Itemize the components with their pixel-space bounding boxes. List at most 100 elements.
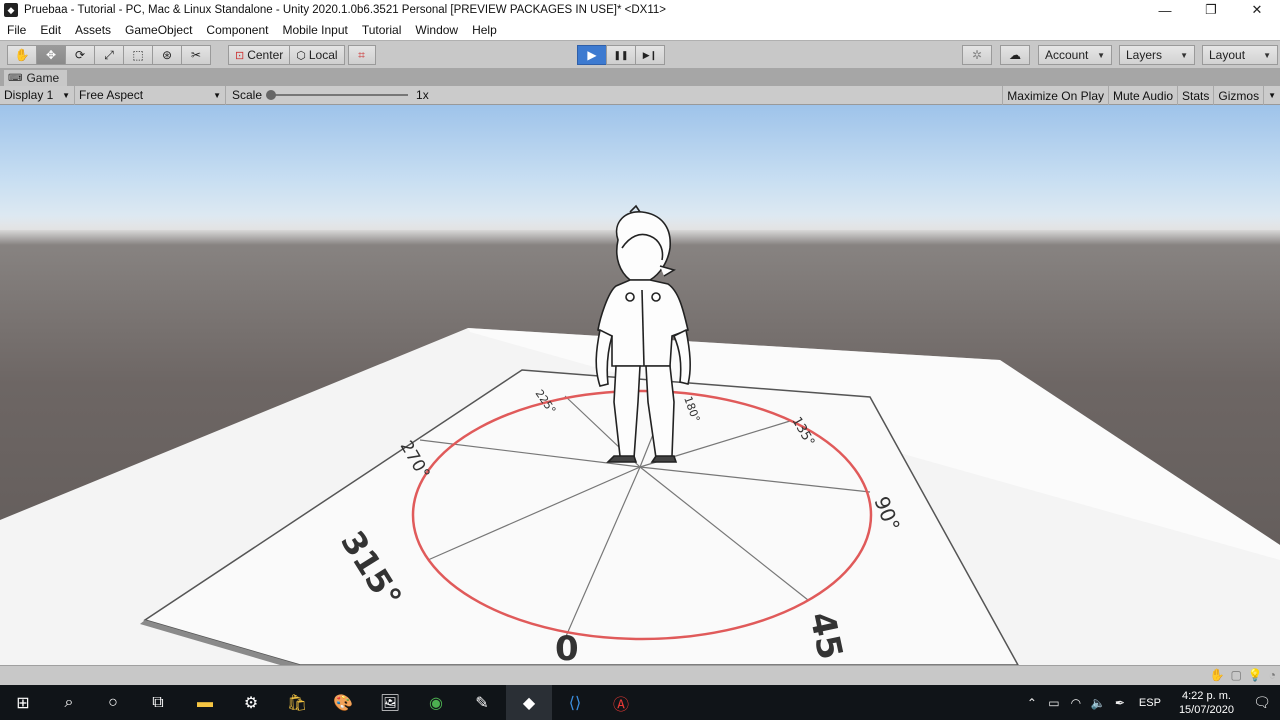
language-indicator[interactable]: ESP [1131,697,1169,709]
scale-value: 1x [416,88,429,102]
unity-taskbar-icon[interactable]: ◆ [506,685,552,720]
menu-window[interactable]: Window [408,23,465,37]
layout-label: Layout [1209,48,1246,62]
pen-icon[interactable]: ✒ [1109,696,1131,710]
pivot-label: Center [247,48,284,62]
notification-icon[interactable]: 🗨 [1244,694,1280,711]
progress-icon: ◔ [1268,668,1276,682]
task-view-icon[interactable]: ⧉ [135,685,181,720]
collab-icon[interactable]: ✲ [962,45,992,65]
chevron-down-icon: ▼ [1180,50,1188,60]
scale-control: Scale 1x [226,86,433,105]
close-button[interactable]: ✕ [1234,0,1280,20]
game-view-toolbar: Display 1 ▼ Free Aspect ▼ Scale 1x Maxim… [0,85,1280,105]
layers-label: Layers [1126,48,1163,62]
lightbulb-icon: 💡 [1247,668,1263,682]
window-controls: — ❐ ✕ [1142,0,1280,20]
window-title: Pruebaa - Tutorial - PC, Mac & Linux Sta… [24,4,666,16]
stats-toggle[interactable]: Stats [1177,86,1213,105]
maximize-on-play-toggle[interactable]: Maximize On Play [1002,86,1108,105]
rotate-tool-icon[interactable]: ⟳ [65,45,95,65]
chevron-down-icon: ▼ [62,90,70,100]
move-tool-icon[interactable]: ✥ [36,45,66,65]
aspect-label: Free Aspect [79,88,144,102]
main-toolbar: ✋ ✥ ⟳ ⤢ ⬚ ⊛ ✂ ⊡ Center ⬡ Local ⌗ ▶ ❚❚ ▶❙… [0,40,1280,68]
chevron-down-icon: ▼ [213,90,221,100]
battery-icon[interactable]: ▭ [1043,696,1065,710]
pause-button[interactable]: ❚❚ [606,45,636,65]
cube-icon: ⬡ [296,49,306,62]
custom-tool-icon[interactable]: ✂ [181,45,211,65]
menu-bar: File Edit Assets GameObject Component Mo… [0,20,1280,40]
layout-dropdown[interactable]: Layout ▼ [1202,45,1278,65]
menu-help[interactable]: Help [465,23,504,37]
windows-start-icon[interactable]: ⊞ [0,685,46,720]
title-bar: ◆ Pruebaa - Tutorial - PC, Mac & Linux S… [0,0,1280,20]
mute-audio-toggle[interactable]: Mute Audio [1108,86,1177,105]
menu-edit[interactable]: Edit [33,23,68,37]
scale-tool-icon[interactable]: ⤢ [94,45,124,65]
layers-dropdown[interactable]: Layers ▼ [1119,45,1195,65]
gizmos-chevron-down-icon[interactable]: ▼ [1263,86,1280,105]
services-group: ✲ [962,45,992,65]
chevron-up-icon[interactable]: ⌃ [1021,696,1043,710]
menu-tutorial[interactable]: Tutorial [355,23,409,37]
chrome-icon[interactable]: ◉ [413,685,459,720]
chevron-down-icon: ▼ [1097,50,1105,60]
vscode-icon[interactable]: ⟨⟩ [552,685,598,720]
label-0: 0 [555,629,579,665]
windows-taskbar: ⊞ ⌕ ○ ⧉ ▬ ⚙ 🛍 🎨 🖼 ◉ ✎ ◆ ⟨⟩ Ⓐ ⌃ ▭ ◠ 🔈 ✒ E… [0,685,1280,720]
menu-file[interactable]: File [0,23,33,37]
pivot-local-button[interactable]: ⬡ Local [289,45,345,65]
paint-icon[interactable]: 🎨 [320,685,366,720]
game-controller-icon: ⌨ [8,72,23,84]
pivot-tools: ⊡ Center ⬡ Local ⌗ [228,45,376,65]
play-button[interactable]: ▶ [577,45,607,65]
store-icon[interactable]: 🛍 [274,685,320,720]
tab-row: ⌨ Game [0,68,1280,86]
pivot-center-button[interactable]: ⊡ Center [228,45,291,65]
menu-assets[interactable]: Assets [68,23,118,37]
scale-slider[interactable] [266,90,409,100]
grid-snap-icon[interactable]: ⌗ [347,45,376,65]
image-viewer-icon[interactable]: 🖼 [367,685,413,720]
settings-icon[interactable]: ⚙ [228,685,274,720]
step-button[interactable]: ▶❙ [635,45,665,65]
unity-logo-icon: ◆ [4,3,18,17]
minimize-button[interactable]: — [1142,0,1188,20]
file-explorer-icon[interactable]: ▬ [182,685,228,720]
tab-game-label: Game [26,71,60,85]
volume-icon[interactable]: 🔈 [1087,696,1109,710]
space-label: Local [308,48,338,62]
display-dropdown[interactable]: Display 1 ▼ [0,85,75,105]
editor-status-bar: ✋ ▢ 💡 ◔ [0,665,1280,685]
square-icon: ▢ [1230,668,1242,682]
aspect-dropdown[interactable]: Free Aspect ▼ [75,85,226,105]
wifi-icon[interactable]: ◠ [1065,696,1087,710]
playback-controls: ▶ ❚❚ ▶❙ [577,45,665,65]
scale-slider-thumb[interactable] [266,90,277,100]
transform-tool-icon[interactable]: ⊛ [152,45,182,65]
cortana-icon[interactable]: ○ [90,685,136,720]
system-tray: ⌃ ▭ ◠ 🔈 ✒ ESP 4:22 p. m. 15/07/2020 🗨 [1021,685,1280,720]
menu-mobile-input[interactable]: Mobile Input [275,23,354,37]
display-label: Display 1 [4,88,54,102]
game-viewport[interactable]: 180° 135° 90° 45 0 315° 270° 225° [0,105,1280,665]
hand-tool-icon[interactable]: ✋ [7,45,37,65]
account-dropdown[interactable]: Account ▼ [1038,45,1112,65]
krita-icon[interactable]: ✎ [459,685,505,720]
cloud-icon[interactable]: ☁ [1000,45,1030,65]
rect-tool-icon[interactable]: ⬚ [123,45,153,65]
menu-gameobject[interactable]: GameObject [118,23,199,37]
restore-button[interactable]: ❐ [1188,0,1234,20]
gizmos-toggle[interactable]: Gizmos [1213,86,1263,105]
clock[interactable]: 4:22 p. m. 15/07/2020 [1169,689,1244,717]
clock-date: 15/07/2020 [1178,703,1234,716]
search-icon[interactable]: ⌕ [46,685,92,720]
tab-game[interactable]: ⌨ Game [4,70,68,86]
scale-label: Scale [232,88,263,102]
status-icons: ✋ ▢ 💡 ◔ [1210,668,1277,682]
recorder-icon[interactable]: Ⓐ [598,685,644,720]
menu-component[interactable]: Component [199,23,275,37]
clock-time: 4:22 p. m. [1182,689,1231,702]
